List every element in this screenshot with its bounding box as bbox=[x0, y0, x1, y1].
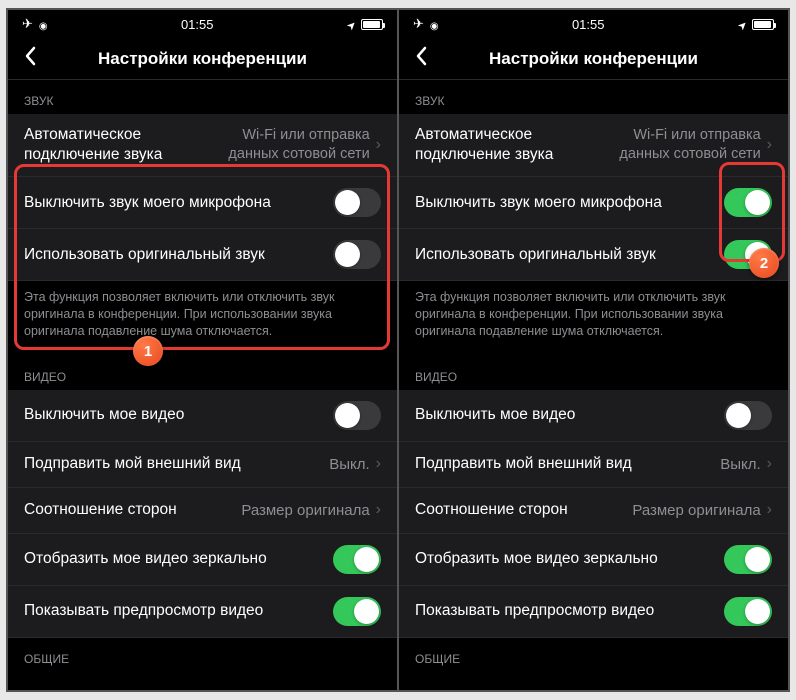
airplane-icon bbox=[22, 16, 33, 32]
section-video-header: ВИДЕО bbox=[399, 356, 788, 390]
row-label: Соотношение сторон bbox=[415, 501, 632, 519]
page-title: Настройки конференции bbox=[399, 49, 788, 69]
section-general-header: ОБЩИЕ bbox=[399, 638, 788, 672]
nav-header: Настройки конференции bbox=[8, 38, 397, 80]
phone-right: 01:55 Настройки конференции ЗВУК Автомат… bbox=[399, 10, 788, 690]
chevron-right-icon: › bbox=[376, 136, 381, 154]
chevron-left-icon bbox=[415, 46, 427, 66]
row-value: Размер оригинала bbox=[241, 502, 369, 519]
row-label: Использовать оригинальный звук bbox=[24, 246, 333, 264]
back-button[interactable] bbox=[407, 42, 435, 76]
battery-icon bbox=[361, 19, 383, 30]
row-mirror-video: Отобразить мое видео зеркально bbox=[399, 534, 788, 586]
chevron-right-icon: › bbox=[376, 501, 381, 519]
section-sound-header: ЗВУК bbox=[399, 80, 788, 114]
page-title: Настройки конференции bbox=[8, 49, 397, 69]
row-turn-off-video: Выключить мое видео bbox=[8, 390, 397, 442]
row-preview-video: Показывать предпросмотр видео bbox=[399, 586, 788, 638]
row-touch-up[interactable]: Подправить мой внешний вид Выкл. › bbox=[8, 442, 397, 488]
section-sound-header: ЗВУК bbox=[8, 80, 397, 114]
toggle-turn-off-video[interactable] bbox=[333, 401, 381, 430]
comparison-container: 01:55 Настройки конференции ЗВУК Автомат… bbox=[6, 8, 790, 692]
nav-header: Настройки конференции bbox=[399, 38, 788, 80]
row-value: Wi-Fi или отправка данных сотовой сети bbox=[591, 126, 761, 164]
row-turn-off-video: Выключить мое видео bbox=[399, 390, 788, 442]
row-label: Выключить мое видео bbox=[415, 406, 724, 424]
toggle-preview-video[interactable] bbox=[333, 597, 381, 626]
section-sound-footer: Эта функция позволяет включить или отклю… bbox=[8, 281, 397, 356]
row-label: Выключить мое видео bbox=[24, 406, 333, 424]
wifi-icon bbox=[430, 17, 439, 32]
section-sound-footer: Эта функция позволяет включить или отклю… bbox=[399, 281, 788, 356]
row-mirror-video: Отобразить мое видео зеркально bbox=[8, 534, 397, 586]
toggle-mirror-video[interactable] bbox=[333, 545, 381, 574]
row-auto-audio[interactable]: Автоматическое подключение звука Wi-Fi и… bbox=[399, 114, 788, 177]
row-value: Выкл. bbox=[329, 456, 369, 473]
row-aspect-ratio[interactable]: Соотношение сторон Размер оригинала › bbox=[399, 488, 788, 534]
row-label: Подправить мой внешний вид bbox=[415, 455, 720, 473]
chevron-right-icon: › bbox=[767, 136, 772, 154]
row-label: Автоматическое подключение звука bbox=[415, 125, 591, 165]
location-icon bbox=[347, 17, 356, 32]
toggle-original-sound[interactable] bbox=[333, 240, 381, 269]
annotation-badge-2: 2 bbox=[749, 248, 779, 278]
chevron-left-icon bbox=[24, 46, 36, 66]
row-touch-up[interactable]: Подправить мой внешний вид Выкл. › bbox=[399, 442, 788, 488]
row-label: Выключить звук моего микрофона bbox=[415, 194, 724, 212]
chevron-right-icon: › bbox=[376, 455, 381, 473]
annotation-badge-1: 1 bbox=[133, 336, 163, 366]
row-label: Автоматическое подключение звука bbox=[24, 125, 200, 165]
row-value: Wi-Fi или отправка данных сотовой сети bbox=[200, 126, 370, 164]
status-time: 01:55 bbox=[181, 17, 214, 32]
row-label: Использовать оригинальный звук bbox=[415, 246, 724, 264]
section-video-header: ВИДЕО bbox=[8, 356, 397, 390]
row-label: Выключить звук моего микрофона bbox=[24, 194, 333, 212]
toggle-mute-mic[interactable] bbox=[724, 188, 772, 217]
back-button[interactable] bbox=[16, 42, 44, 76]
status-time: 01:55 bbox=[572, 17, 605, 32]
status-bar: 01:55 bbox=[8, 10, 397, 38]
section-general-header: ОБЩИЕ bbox=[8, 638, 397, 672]
wifi-icon bbox=[39, 17, 48, 32]
toggle-preview-video[interactable] bbox=[724, 597, 772, 626]
airplane-icon bbox=[413, 16, 424, 32]
battery-icon bbox=[752, 19, 774, 30]
row-label: Подправить мой внешний вид bbox=[24, 455, 329, 473]
location-icon bbox=[738, 17, 747, 32]
row-label: Показывать предпросмотр видео bbox=[24, 602, 333, 620]
row-preview-video: Показывать предпросмотр видео bbox=[8, 586, 397, 638]
row-label: Отобразить мое видео зеркально bbox=[24, 550, 333, 568]
phone-left: 01:55 Настройки конференции ЗВУК Автомат… bbox=[8, 10, 397, 690]
toggle-mirror-video[interactable] bbox=[724, 545, 772, 574]
chevron-right-icon: › bbox=[767, 455, 772, 473]
toggle-turn-off-video[interactable] bbox=[724, 401, 772, 430]
row-label: Показывать предпросмотр видео bbox=[415, 602, 724, 620]
row-label: Соотношение сторон bbox=[24, 501, 241, 519]
settings-list[interactable]: ЗВУК Автоматическое подключение звука Wi… bbox=[399, 80, 788, 690]
status-bar: 01:55 bbox=[399, 10, 788, 38]
chevron-right-icon: › bbox=[767, 501, 772, 519]
row-auto-audio[interactable]: Автоматическое подключение звука Wi-Fi и… bbox=[8, 114, 397, 177]
row-mute-mic: Выключить звук моего микрофона bbox=[8, 177, 397, 229]
settings-list[interactable]: ЗВУК Автоматическое подключение звука Wi… bbox=[8, 80, 397, 690]
row-original-sound: Использовать оригинальный звук bbox=[8, 229, 397, 281]
row-value: Выкл. bbox=[720, 456, 760, 473]
row-mute-mic: Выключить звук моего микрофона bbox=[399, 177, 788, 229]
row-value: Размер оригинала bbox=[632, 502, 760, 519]
row-original-sound: Использовать оригинальный звук bbox=[399, 229, 788, 281]
row-label: Отобразить мое видео зеркально bbox=[415, 550, 724, 568]
toggle-mute-mic[interactable] bbox=[333, 188, 381, 217]
row-aspect-ratio[interactable]: Соотношение сторон Размер оригинала › bbox=[8, 488, 397, 534]
